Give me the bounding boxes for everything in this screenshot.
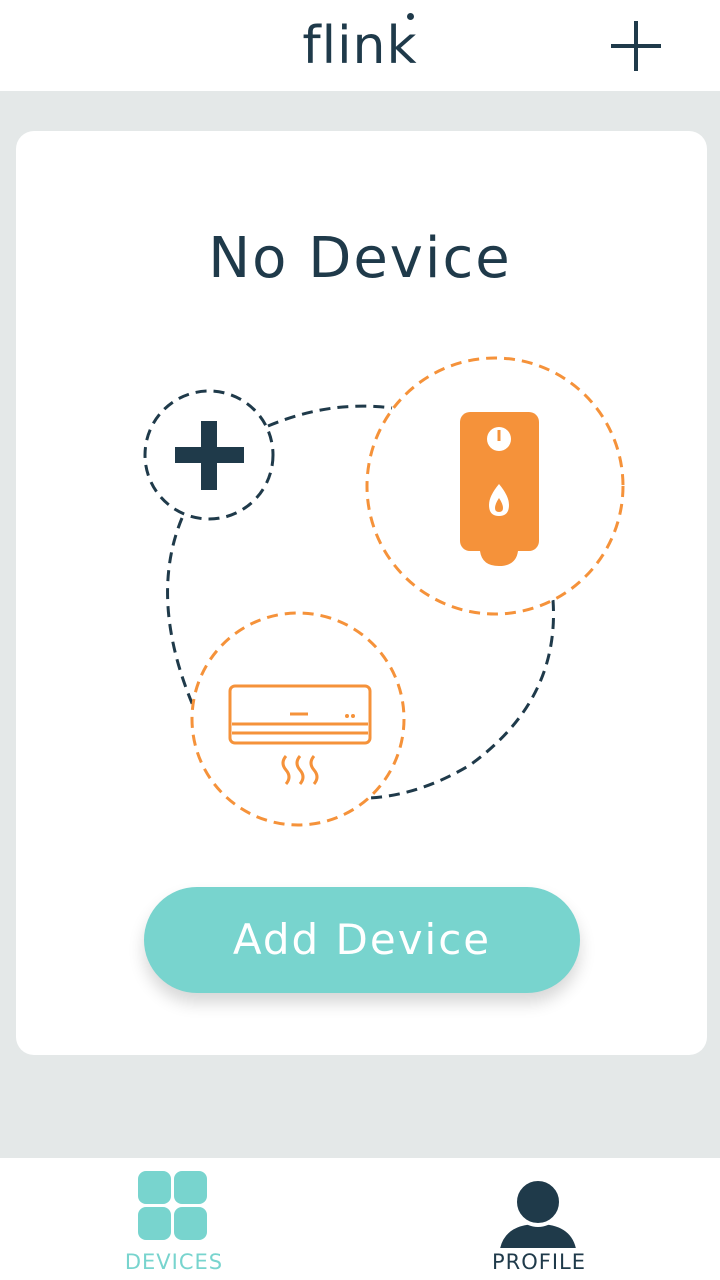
- empty-state-title: No Device: [208, 226, 512, 291]
- top-app-bar: flink: [0, 0, 720, 91]
- bottom-navigation: DEVICES PROFILE: [0, 1158, 720, 1280]
- add-device-button[interactable]: Add Device: [144, 887, 580, 993]
- user-icon: [500, 1177, 576, 1248]
- nav-tab-devices-label: DEVICES: [124, 1250, 224, 1274]
- nav-tab-devices[interactable]: DEVICES: [74, 1158, 274, 1280]
- nav-tab-profile-label: PROFILE: [491, 1250, 587, 1274]
- add-device-header-button[interactable]: [606, 16, 666, 76]
- logo-dot: [407, 13, 414, 20]
- nav-tab-profile[interactable]: PROFILE: [439, 1158, 639, 1280]
- plus-icon: [611, 21, 661, 71]
- grid-icon: [138, 1171, 207, 1240]
